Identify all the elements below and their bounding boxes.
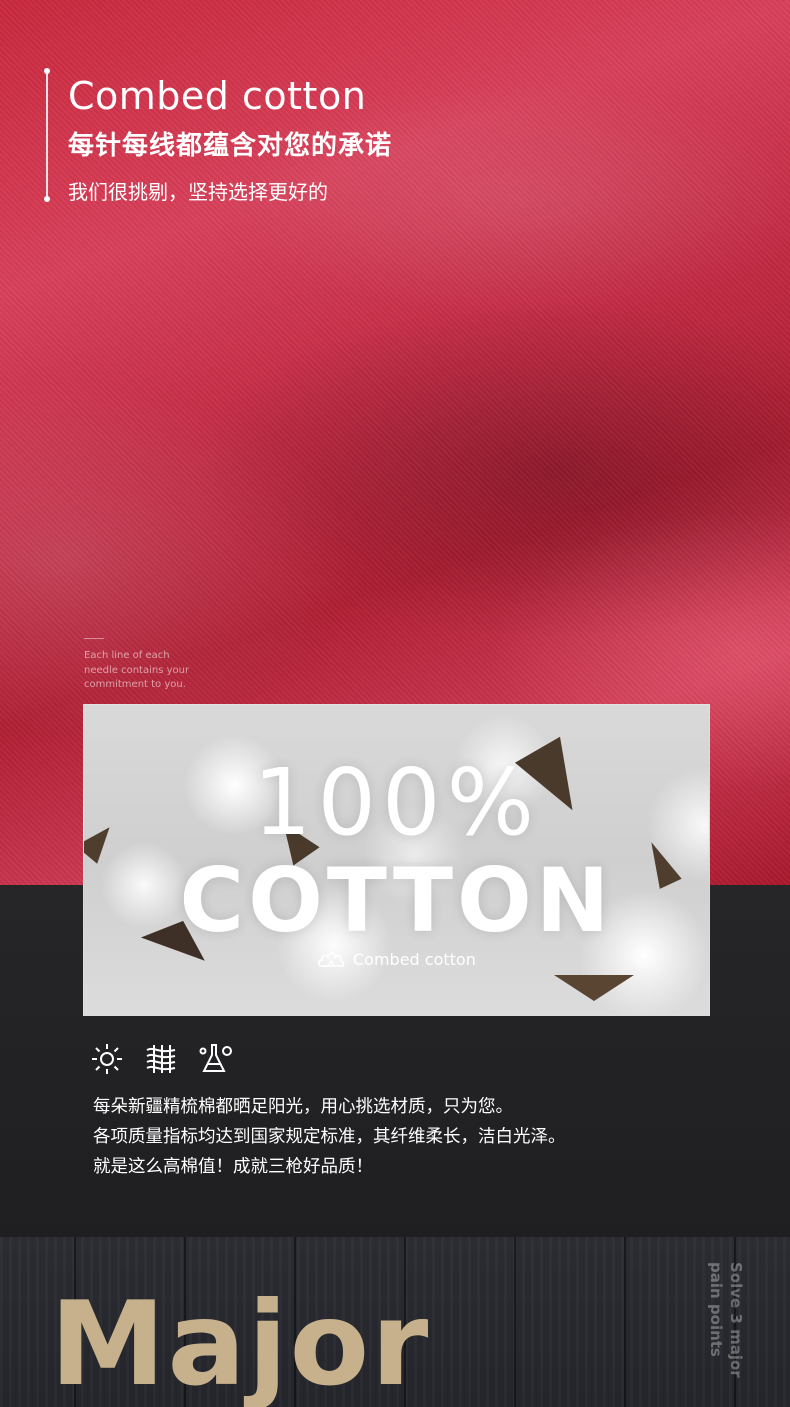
flask-icon [199,1044,232,1072]
combed-cotton-badge-label: Combed cotton [353,949,476,969]
major-headline: Major [50,1277,431,1407]
header-title: Combed cotton [68,74,367,118]
sun-icon [92,1044,122,1074]
cotton-husk [554,975,634,1001]
header-accent-dot-top [44,68,50,74]
side-note-dash [84,638,104,639]
header-tagline: 我们很挑剔，坚持选择更好的 [68,180,328,204]
feature-description: 每朵新疆精梳棉都晒足阳光，用心挑选材质，只为您。 各项质量指标均达到国家规定标准… [93,1092,566,1182]
combed-cotton-badge: Combed cotton [317,948,476,970]
feature-line: 就是这么高棉值！成就三枪好品质！ [93,1157,373,1177]
product-detail-page: Combed cotton 每针每线都蕴含对您的承诺 我们很挑剔，坚持选择更好的… [0,0,790,1407]
cotton-percent: 100% [252,749,541,856]
header-subtitle: 每针每线都蕴含对您的承诺 [68,131,393,161]
feature-line: 各项质量指标均达到国家规定标准，其纤维柔长，洁白光泽。 [93,1127,566,1147]
vertical-caption-line: pain points [707,1262,725,1357]
header-accent-line [46,70,48,200]
side-note: Each line of each needle contains your c… [84,649,234,693]
side-note-line: needle contains your [84,664,190,676]
cotton-card: 100% COTTON Combed cotton [83,704,710,1016]
vertical-caption: Solve 3 major pain points [706,1262,746,1378]
vertical-caption-line: Solve 3 major [727,1262,745,1378]
side-note-line: commitment to you. [84,679,186,690]
fiber-icon [146,1045,176,1073]
feature-line: 每朵新疆精梳棉都晒足阳光，用心挑选材质，只为您。 [93,1097,513,1117]
header-accent-dot-bottom [44,196,50,202]
cotton-word: COTTON [179,849,614,952]
side-note-line: Each line of each [84,650,170,661]
feature-icons [90,1042,234,1076]
cotton-boll-icon [318,952,345,967]
